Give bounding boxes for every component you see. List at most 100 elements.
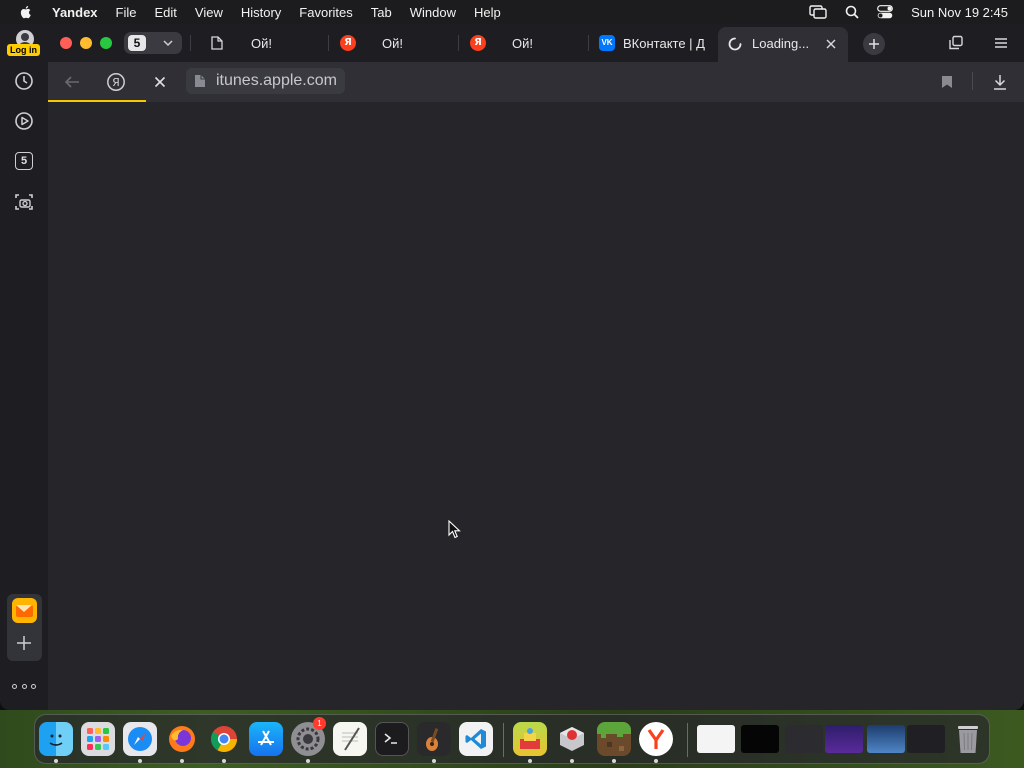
running-indicator [222, 759, 226, 763]
tab-5-active[interactable]: Loading... [718, 27, 848, 62]
sidebar: Log in 5 [0, 24, 48, 710]
screenshot-button[interactable] [12, 190, 36, 214]
navigation-toolbar: Я itunes.apple.com [48, 62, 1024, 103]
running-indicator [180, 759, 184, 763]
screen-mirroring-icon[interactable] [809, 5, 827, 19]
toolbar-divider [972, 72, 973, 90]
dock-separator [687, 723, 688, 757]
tab-2-title: Ой! [382, 35, 403, 51]
tab-4[interactable]: VK ВКонтакте | Д [598, 24, 713, 62]
finder-icon[interactable] [39, 722, 73, 756]
tab-counter-button[interactable]: 5 [124, 32, 182, 54]
mail-icon[interactable] [12, 598, 37, 623]
minimized-window-thumbnail[interactable] [867, 725, 905, 753]
tabs-overview-button[interactable]: 5 [12, 149, 36, 173]
running-indicator [654, 759, 658, 763]
minimized-window-thumbnail[interactable] [697, 725, 735, 753]
menu-file[interactable]: File [116, 5, 137, 20]
svg-text:Я: Я [112, 76, 120, 89]
apple-icon[interactable] [18, 4, 34, 20]
mouse-cursor-icon [448, 520, 461, 539]
hamburger-menu-icon[interactable] [993, 35, 1009, 51]
zoom-window-button[interactable] [100, 37, 112, 49]
vk-icon: VK [599, 35, 615, 51]
tab-divider [190, 35, 191, 51]
tab-1-title: Ой! [251, 35, 272, 51]
close-icon [154, 76, 166, 88]
yandex-home-button[interactable]: Я [105, 71, 127, 93]
more-icon[interactable] [12, 678, 36, 694]
login-button[interactable]: Log in [5, 30, 43, 60]
sidebar-apps-panel [7, 594, 42, 661]
tab-count-badge: 5 [15, 152, 33, 170]
terminal-icon[interactable] [375, 722, 409, 756]
add-app-icon[interactable] [14, 633, 34, 653]
yandex-icon: Я [470, 35, 486, 51]
running-indicator [432, 759, 436, 763]
running-indicator [306, 759, 310, 763]
yandex-icon: Я [340, 35, 356, 51]
close-tab-icon[interactable] [824, 37, 838, 51]
menu-help[interactable]: Help [474, 5, 501, 20]
bookmark-icon[interactable] [941, 75, 953, 89]
yandex-browser-icon[interactable] [639, 722, 673, 756]
login-badge: Log in [7, 44, 40, 56]
safari-icon[interactable] [123, 722, 157, 756]
tab-counter-number: 5 [128, 35, 146, 51]
spotlight-search-icon[interactable] [845, 5, 859, 19]
menubar-clock[interactable]: Sun Nov 19 2:45 [911, 5, 1008, 20]
launchpad-icon[interactable] [81, 722, 115, 756]
garageband-icon[interactable] [417, 722, 451, 756]
back-arrow-icon [64, 76, 79, 88]
minimized-window-thumbnail[interactable] [741, 725, 779, 753]
back-button[interactable] [61, 71, 83, 93]
media-button[interactable] [12, 109, 36, 133]
tab-divider [328, 35, 329, 51]
minimize-window-button[interactable] [80, 37, 92, 49]
menu-view[interactable]: View [195, 5, 223, 20]
tab-2[interactable]: Я Ой! [338, 24, 453, 62]
menu-favorites[interactable]: Favorites [299, 5, 352, 20]
tab-1[interactable]: Ой! [208, 24, 323, 62]
download-icon[interactable] [992, 74, 1008, 90]
minecraft-icon[interactable] [597, 722, 631, 756]
play-icon [15, 112, 33, 130]
tab-4-title: ВКонтакте | Д [623, 35, 705, 51]
document-icon [211, 36, 223, 50]
history-button[interactable] [12, 69, 36, 93]
collections-icon[interactable] [948, 35, 964, 51]
trash-icon[interactable] [951, 722, 985, 756]
tab-divider [588, 35, 589, 51]
new-tab-button[interactable] [863, 33, 885, 55]
dock-separator [503, 723, 504, 757]
game-2-icon[interactable] [555, 722, 589, 756]
firefox-icon[interactable] [165, 722, 199, 756]
chrome-icon[interactable] [207, 722, 241, 756]
running-indicator [528, 759, 532, 763]
plus-icon [869, 39, 879, 49]
page-info-icon [195, 75, 205, 87]
menu-history[interactable]: History [241, 5, 281, 20]
vscode-icon[interactable] [459, 722, 493, 756]
tab-strip: 5 Ой! Я Ой! Я Ой! VK ВКонтакте | Д Loadi… [48, 24, 1024, 62]
minimized-window-thumbnail[interactable] [907, 725, 945, 753]
tab-3[interactable]: Я Ой! [468, 24, 583, 62]
control-center-icon[interactable] [877, 5, 894, 19]
running-indicator [612, 759, 616, 763]
minimized-window-thumbnail[interactable] [785, 725, 823, 753]
running-indicator [138, 759, 142, 763]
loading-spinner-icon [728, 37, 742, 51]
page-content[interactable] [48, 102, 1024, 710]
close-window-button[interactable] [60, 37, 72, 49]
game-1-icon[interactable] [513, 722, 547, 756]
address-bar[interactable]: itunes.apple.com [186, 68, 345, 94]
menu-window[interactable]: Window [410, 5, 456, 20]
stop-loading-button[interactable] [149, 71, 171, 93]
menu-app-name[interactable]: Yandex [52, 5, 98, 20]
app-store-icon[interactable] [249, 722, 283, 756]
menu-tab[interactable]: Tab [371, 5, 392, 20]
minimized-window-thumbnail[interactable] [825, 725, 863, 753]
menu-edit[interactable]: Edit [154, 5, 176, 20]
address-url: itunes.apple.com [216, 72, 337, 89]
textedit-icon[interactable] [333, 722, 367, 756]
